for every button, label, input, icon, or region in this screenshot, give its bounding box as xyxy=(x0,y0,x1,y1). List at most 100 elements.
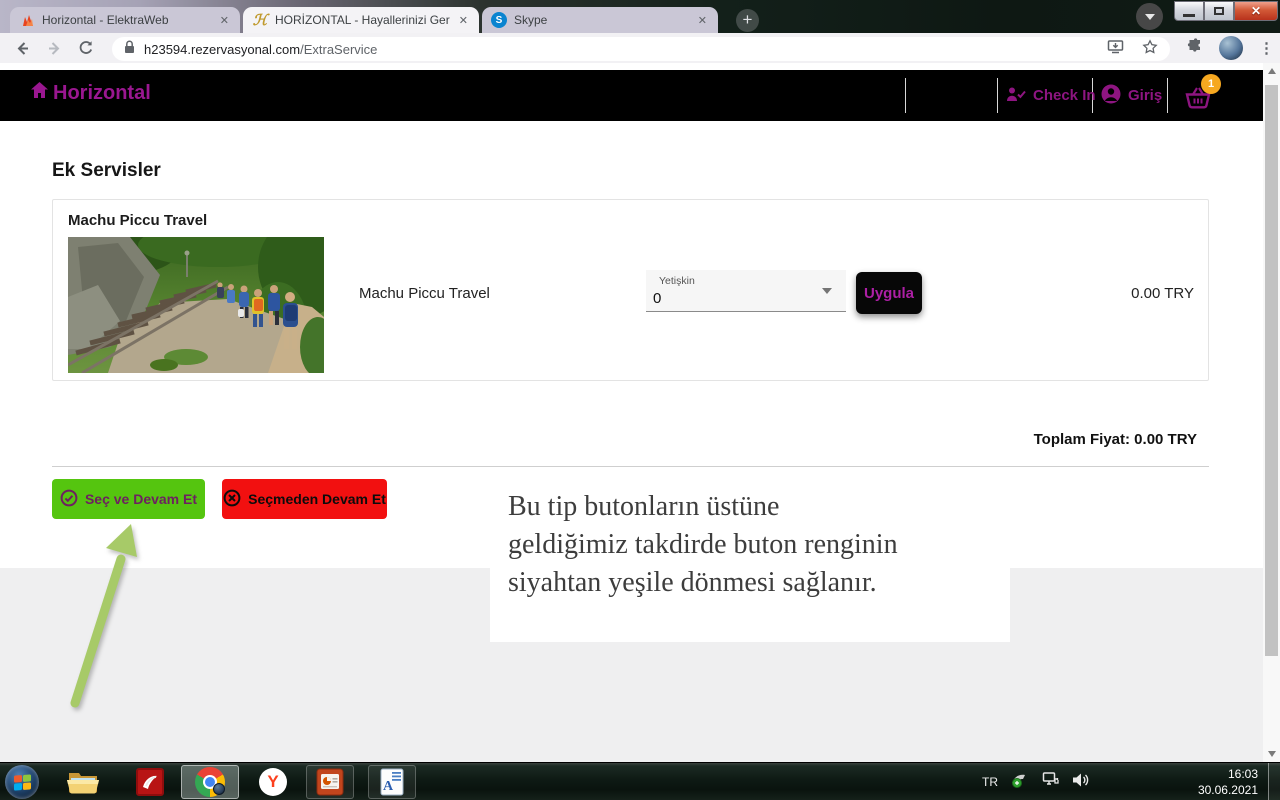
button-label: Seçmeden Devam Et xyxy=(248,491,386,507)
home-icon xyxy=(30,81,49,105)
scroll-down-icon[interactable] xyxy=(1263,746,1280,762)
minimize-icon xyxy=(1183,14,1195,17)
select-value: 0 xyxy=(653,290,661,307)
skip-continue-button[interactable]: Seçmeden Devam Et xyxy=(222,479,387,519)
browser-toolbar: h23594.rezervasyonal.com/ExtraService ⋮ xyxy=(0,33,1280,63)
annotation-line: siyahtan yeşile dönmesi sağlanır. xyxy=(508,564,1010,602)
select-label: Yetişkin xyxy=(659,275,695,287)
screen: Horizontal - ElektraWeb ✕ ℋ HORİZONTAL -… xyxy=(0,0,1280,800)
windows-flag-icon xyxy=(14,774,31,790)
close-button[interactable]: ✕ xyxy=(1234,1,1278,21)
service-name: Machu Piccu Travel xyxy=(359,285,490,302)
nav-check-in[interactable]: Check In xyxy=(1006,70,1096,121)
start-button[interactable] xyxy=(5,765,39,799)
yandex-icon: Y xyxy=(259,768,287,796)
total-price: Toplam Fiyat: 0.00 TRY xyxy=(700,431,1197,448)
person-circle-icon xyxy=(1101,84,1121,108)
apply-button[interactable]: Uygula xyxy=(856,272,922,314)
nav-label: Giriş xyxy=(1128,87,1162,104)
taskbar-clock[interactable]: 16:03 30.06.2021 xyxy=(1140,766,1258,798)
check-circle-icon xyxy=(60,489,78,510)
system-tray: TR xyxy=(982,763,1090,800)
install-icon[interactable] xyxy=(1107,39,1124,60)
x-circle-icon xyxy=(223,489,241,510)
elektra-red-icon xyxy=(136,768,164,796)
explorer-icon xyxy=(67,769,99,795)
tab-title: HORİZONTAL - Hayallerinizi Gerç xyxy=(275,13,450,27)
brand-logo[interactable]: Horizontal xyxy=(30,81,151,105)
page-scrollbar[interactable] xyxy=(1263,63,1280,762)
extensions-icon[interactable] xyxy=(1186,37,1203,59)
restore-icon xyxy=(1214,7,1224,15)
text-editor-icon: A xyxy=(379,768,405,796)
taskbar-elektra[interactable] xyxy=(130,765,170,799)
lock-icon xyxy=(124,40,135,59)
tab-title: Horizontal - ElektraWeb xyxy=(42,13,211,27)
tab-horizontal[interactable]: ℋ HORİZONTAL - Hayallerinizi Gerç ✕ xyxy=(243,7,479,33)
h-monogram-icon: ℋ xyxy=(252,12,268,28)
header-divider xyxy=(1167,78,1168,113)
taskbar-powerpoint[interactable] xyxy=(306,765,354,799)
header-divider xyxy=(905,78,906,113)
flame-icon xyxy=(19,12,35,28)
close-icon: ✕ xyxy=(1251,4,1261,18)
tab-title: Skype xyxy=(514,13,689,27)
modem-tray-icon[interactable] xyxy=(1010,771,1030,793)
forward-icon[interactable] xyxy=(42,36,66,60)
taskbar-yandex[interactable]: Y xyxy=(252,765,294,799)
nav-label: Check In xyxy=(1033,87,1096,104)
menu-dots-icon[interactable]: ⋮ xyxy=(1259,46,1274,51)
url-text: h23594.rezervasyonal.com/ExtraService xyxy=(144,42,377,57)
svg-text:A: A xyxy=(383,779,394,794)
service-photo xyxy=(68,237,324,373)
scrollbar-thumb[interactable] xyxy=(1265,85,1278,656)
card-title: Machu Piccu Travel xyxy=(68,212,207,229)
site-header: Horizontal Check In Giriş xyxy=(0,70,1263,121)
show-desktop-button[interactable] xyxy=(1268,763,1280,800)
cart-badge: 1 xyxy=(1201,74,1221,94)
powerpoint-icon xyxy=(316,768,344,796)
taskbar-explorer[interactable] xyxy=(62,765,104,799)
network-tray-icon[interactable] xyxy=(1042,771,1060,793)
close-icon[interactable]: ✕ xyxy=(696,14,709,27)
star-icon[interactable] xyxy=(1142,39,1158,60)
clock-time: 16:03 xyxy=(1140,766,1258,782)
button-label: Seç ve Devam Et xyxy=(85,491,197,507)
adult-count-select[interactable]: Yetişkin 0 xyxy=(646,270,846,312)
back-icon[interactable] xyxy=(10,36,34,60)
annotation-note: Bu tip butonların üstüne geldiğimiz takd… xyxy=(490,477,1010,642)
new-tab-button[interactable]: + xyxy=(736,9,759,32)
nav-giris[interactable]: Giriş xyxy=(1101,70,1162,121)
browser-tab-strip: Horizontal - ElektraWeb ✕ ℋ HORİZONTAL -… xyxy=(0,0,1280,33)
scroll-up-icon[interactable] xyxy=(1263,63,1280,79)
annotation-line: geldiğimiz takdirde buton renginin xyxy=(508,526,1010,564)
taskbar: Y A TR xyxy=(0,762,1280,800)
language-indicator[interactable]: TR xyxy=(982,775,998,789)
skype-icon: S xyxy=(491,12,507,28)
annotation-line: Bu tip butonların üstüne xyxy=(508,488,1010,526)
chevron-down-icon xyxy=(822,288,832,294)
divider xyxy=(52,466,1209,467)
tab-skype[interactable]: S Skype ✕ xyxy=(482,7,718,33)
person-check-icon xyxy=(1006,86,1026,106)
close-icon[interactable]: ✕ xyxy=(457,14,470,27)
taskbar-text-editor[interactable]: A xyxy=(368,765,416,799)
chrome-icon xyxy=(195,767,225,797)
header-divider xyxy=(997,78,998,113)
taskbar-chrome-active[interactable] xyxy=(181,765,239,799)
select-continue-button[interactable]: Seç ve Devam Et xyxy=(52,479,205,519)
window-controls: ✕ xyxy=(1174,1,1278,21)
close-icon[interactable]: ✕ xyxy=(218,14,231,27)
page-title: Ek Servisler xyxy=(52,160,161,182)
volume-tray-icon[interactable] xyxy=(1072,772,1090,793)
address-bar[interactable]: h23594.rezervasyonal.com/ExtraService xyxy=(112,37,1170,61)
tab-elektraweb[interactable]: Horizontal - ElektraWeb ✕ xyxy=(10,7,240,33)
minimize-button[interactable] xyxy=(1174,1,1204,21)
tab-search-icon[interactable] xyxy=(1136,3,1163,30)
restore-button[interactable] xyxy=(1204,1,1234,21)
reload-icon[interactable] xyxy=(74,36,98,60)
profile-avatar[interactable] xyxy=(1219,36,1243,60)
clock-date: 30.06.2021 xyxy=(1140,782,1258,798)
toolbar-right-icons: ⋮ xyxy=(1186,36,1274,60)
brand-name: Horizontal xyxy=(53,82,151,105)
